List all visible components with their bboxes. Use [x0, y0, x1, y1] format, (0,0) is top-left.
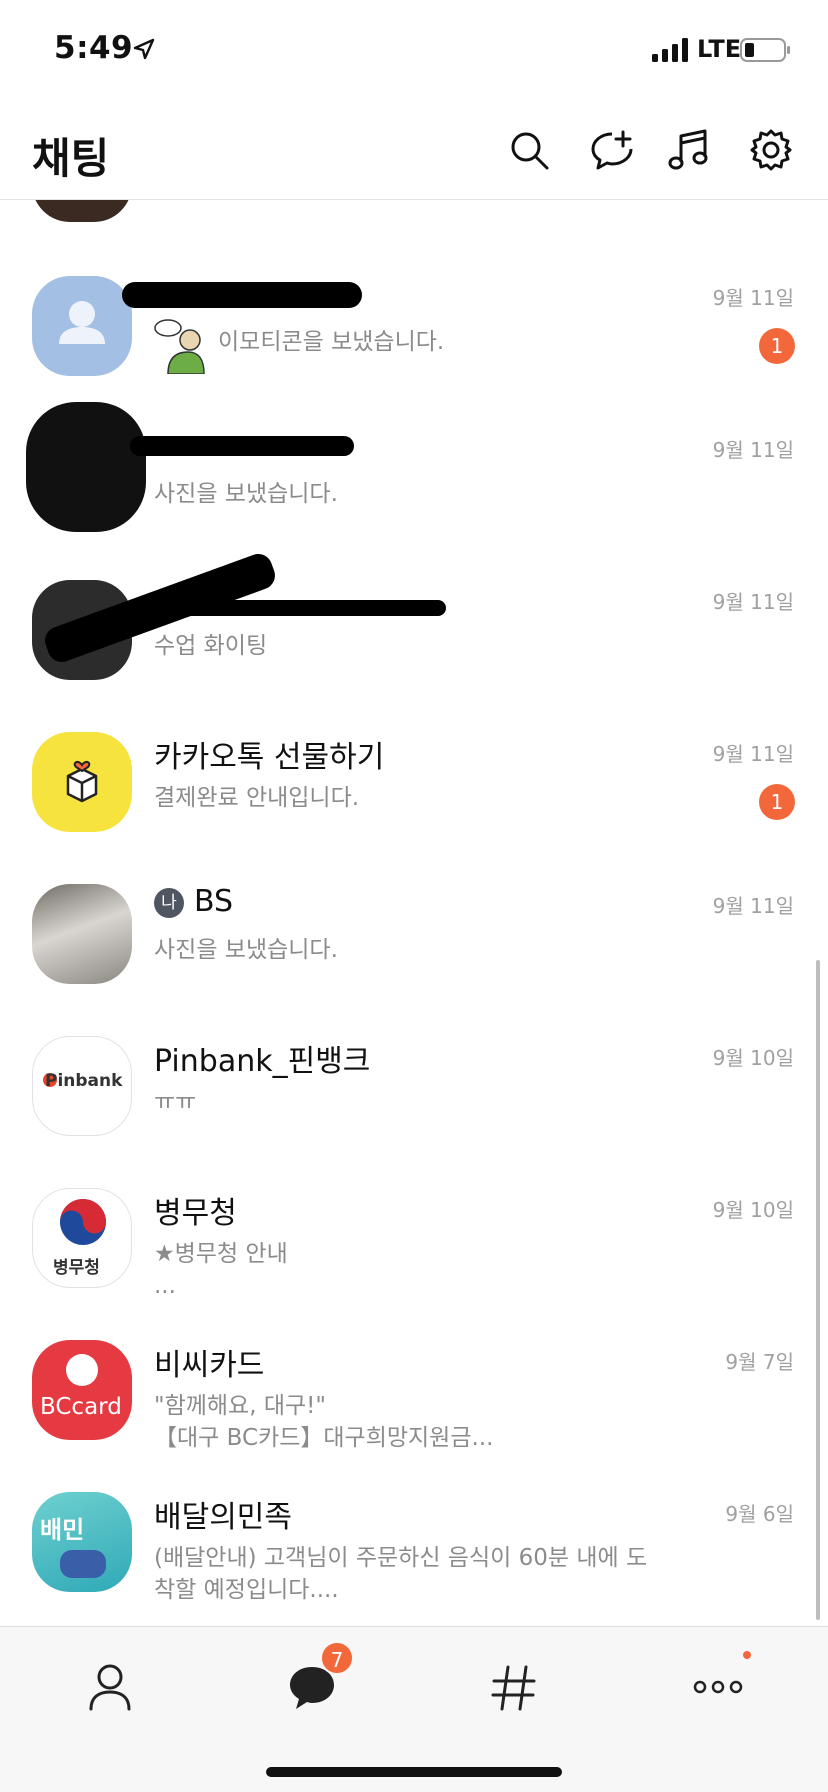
- chat-name: BS: [194, 884, 234, 919]
- chat-name: 병무청: [154, 1196, 237, 1231]
- baemin-avatar: 배민: [32, 1492, 132, 1592]
- unread-badge: 1: [759, 784, 795, 820]
- chat-row[interactable]: 수업 화이팅 9월 11일: [0, 550, 828, 732]
- chat-message-line2: ...: [154, 1273, 176, 1299]
- chat-message: (배달안내) 고객님이 주문하신 음식이 60분 내에 도: [154, 1545, 648, 1571]
- signal-icon: [652, 38, 688, 62]
- chat-row[interactable]: 배민 배달의민족 (배달안내) 고객님이 주문하신 음식이 60분 내에 도 착…: [0, 1492, 828, 1626]
- redaction: [150, 292, 340, 306]
- chat-name: Pinbank_핀뱅크: [154, 1044, 371, 1079]
- chat-row[interactable]: 사진을 보냈습니다. 9월 11일: [0, 402, 828, 580]
- bccard-logo-text: BCcard: [40, 1394, 122, 1420]
- mma-avatar: 병무청: [32, 1188, 132, 1288]
- scooter-rider: [60, 1550, 106, 1578]
- location-arrow-icon: [133, 38, 155, 60]
- bccard-avatar: BCcard: [32, 1340, 132, 1440]
- chat-message: 수업 화이팅: [154, 633, 268, 659]
- chat-row[interactable]: 병무청 병무청 ★병무청 안내 ... 9월 10일: [0, 1188, 828, 1340]
- unread-badge: 1: [759, 328, 795, 364]
- chat-message: 이모티콘을 보냈습니다.: [218, 329, 445, 355]
- chat-date: 9월 10일: [712, 1198, 794, 1222]
- chat-name: 비씨카드: [154, 1348, 265, 1383]
- chat-row[interactable]: 나 BS 사진을 보냈습니다. 9월 11일: [0, 884, 828, 1036]
- chat-row[interactable]: 이모티콘을 보냈습니다. 9월 11일 1: [0, 276, 828, 428]
- chat-message: 사진을 보냈습니다.: [154, 481, 338, 507]
- chat-header: 채팅: [0, 100, 828, 200]
- default-profile-avatar: [32, 276, 132, 376]
- status-bar: 5:49 LTE: [0, 0, 828, 100]
- chat-row[interactable]: 카카오톡 선물하기 결제완료 안내입니다. 9월 11일 1: [0, 732, 828, 884]
- pinbank-logo-text: Pinbank: [45, 1071, 123, 1091]
- chat-tab-badge: 7: [320, 1641, 354, 1675]
- redaction: [150, 600, 446, 616]
- chat-date: 9월 10일: [712, 1046, 794, 1070]
- more-tab-dot: [743, 1651, 751, 1659]
- network-type: LTE: [697, 35, 742, 63]
- openchat-tab-icon[interactable]: [484, 1657, 544, 1717]
- more-tab-icon[interactable]: [688, 1657, 748, 1717]
- chat-name: 카카오톡 선물하기: [154, 740, 385, 775]
- search-icon[interactable]: [507, 128, 551, 172]
- mma-logo-text: 병무청: [53, 1258, 100, 1278]
- chat-message: 사진을 보냈습니다.: [154, 937, 338, 963]
- taegeuk-logo-icon: [60, 1199, 106, 1245]
- gift-avatar: [32, 732, 132, 832]
- chat-list: 이모티콘을 보냈습니다. 9월 11일 1 사진을 보냈습니다. 9월 11일 …: [0, 200, 828, 1626]
- chat-date: 9월 11일: [712, 590, 794, 614]
- status-time: 5:49: [54, 30, 134, 66]
- chat-row[interactable]: [0, 200, 828, 274]
- chat-message: "함께해요, 대구!": [154, 1393, 326, 1419]
- chat-date: 9월 11일: [712, 742, 794, 766]
- chat-message-line2: 착할 예정입니다....: [154, 1577, 339, 1603]
- scrollbar[interactable]: [816, 960, 820, 1620]
- redaction: [26, 402, 146, 532]
- photo-avatar: [32, 884, 132, 984]
- chat-date: 9월 7일: [725, 1350, 794, 1374]
- pinbank-avatar: Pinbank: [32, 1036, 132, 1136]
- bottom-tab-bar: 7: [0, 1626, 828, 1792]
- chat-date: 9월 11일: [712, 894, 794, 918]
- music-icon[interactable]: [667, 128, 711, 172]
- battery-icon: [740, 38, 790, 62]
- gift-box-icon: [66, 760, 98, 803]
- baemin-logo-text: 배민: [40, 1516, 85, 1544]
- chat-date: 9월 11일: [712, 286, 794, 310]
- chat-row[interactable]: BCcard 비씨카드 "함께해요, 대구!" 【대구 BC카드】대구희망지원금…: [0, 1340, 828, 1492]
- home-indicator[interactable]: [266, 1767, 562, 1777]
- chat-date: 9월 6일: [725, 1502, 794, 1526]
- chat-message: 결제완료 안내입니다.: [154, 785, 360, 811]
- chat-message-line2: 【대구 BC카드】대구희망지원금...: [154, 1425, 494, 1451]
- chat-message: ㅠㅠ: [154, 1089, 197, 1115]
- chat-message: ★병무청 안내: [154, 1241, 288, 1267]
- redaction: [130, 436, 354, 456]
- bc-logo-circle: [66, 1354, 98, 1386]
- friends-tab-icon[interactable]: [80, 1657, 140, 1717]
- new-chat-icon[interactable]: [590, 128, 634, 172]
- chat-date: 9월 11일: [712, 438, 794, 462]
- emoticon-sticker: [154, 319, 205, 374]
- chat-row[interactable]: Pinbank Pinbank_핀뱅크 ㅠㅠ 9월 10일: [0, 1036, 828, 1188]
- page-title: 채팅: [32, 134, 110, 183]
- chat-avatar: [32, 200, 132, 222]
- settings-icon[interactable]: [749, 128, 793, 172]
- me-badge: 나: [154, 888, 184, 918]
- person-icon: [59, 301, 105, 344]
- chat-name: 배달의민족: [154, 1500, 292, 1535]
